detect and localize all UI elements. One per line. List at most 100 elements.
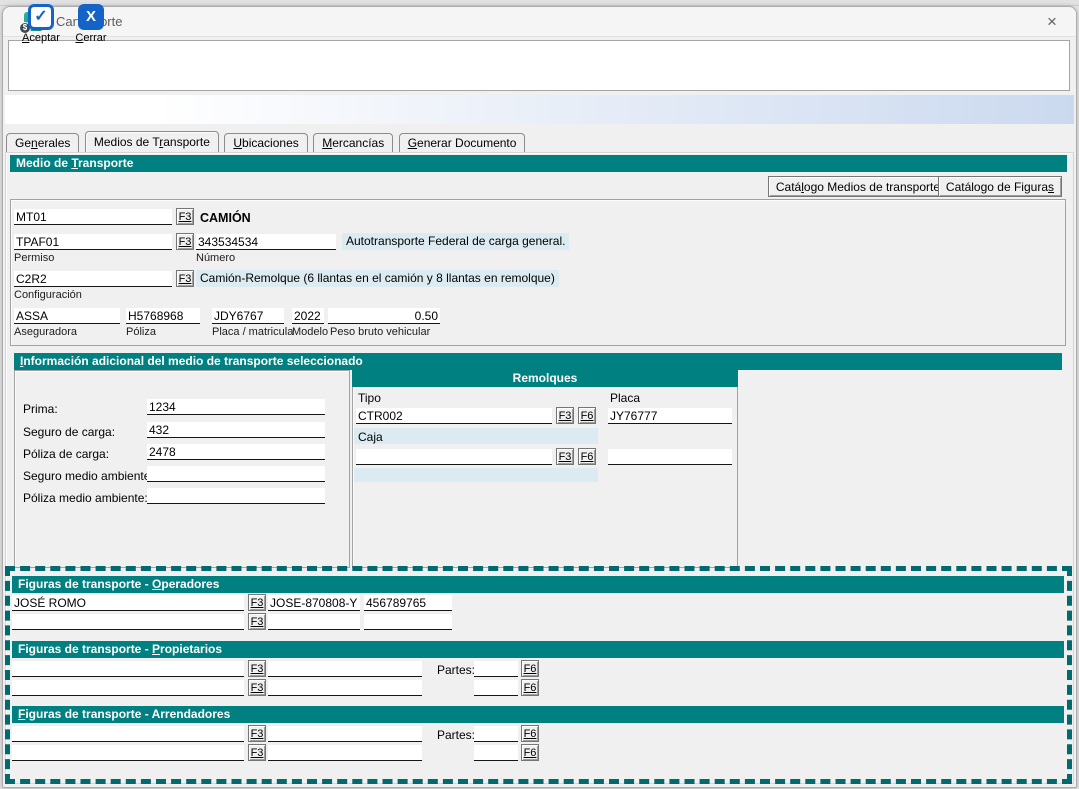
peso-bruto-input[interactable] [328,308,440,324]
operador-licencia-input[interactable] [364,595,452,611]
operador-rfc-input[interactable] [268,614,360,630]
caja-label: Caja [358,430,383,444]
window-close-icon[interactable]: × [1034,9,1070,35]
remolque-placa-input[interactable] [608,449,732,465]
f3-button[interactable]: F3 [248,594,266,611]
remolques-header: Remolques [352,370,738,387]
toolbar [8,40,1070,91]
partes-label: Partes: [437,728,475,742]
arrendador-partes-input[interactable] [474,726,518,742]
f6-button[interactable]: F6 [578,448,596,465]
f3-button[interactable]: F3 [556,407,574,424]
placa-matricula-label: Placa / matricula [212,326,293,338]
info-adicional-header: Información adicional del medio de trans… [14,353,1062,370]
permiso-descripcion: Autotransporte Federal de carga general. [342,233,569,250]
aceptar-button[interactable]: ✓ Aceptar [14,4,68,44]
propietario-rfc-input[interactable] [268,680,422,696]
numero-label: Número [196,252,235,264]
propietario-partes-input[interactable] [474,661,518,677]
modelo-label: Modelo [292,326,328,338]
poliza-input[interactable] [126,308,200,324]
check-icon: ✓ [28,4,54,30]
prima-label: Prima: [23,402,58,416]
f3-button[interactable]: F3 [248,679,266,696]
placa-remolque-label: Placa [610,391,640,405]
f6-button[interactable]: F6 [578,407,596,424]
aceptar-label: Aceptar [14,32,68,44]
catalogo-figuras-button[interactable]: Catálogo de Figuras [938,176,1062,197]
operador-nombre-input[interactable] [12,614,244,630]
catalogo-medios-button[interactable]: Catálogo Medios de transporte [768,176,948,197]
arrendador-partes-input[interactable] [474,745,518,761]
placa-matricula-input[interactable] [212,308,284,324]
f6-button[interactable]: F6 [521,744,539,761]
partes-label: Partes: [437,663,475,677]
cerrar-label: Cerrar [64,32,118,44]
propietario-partes-input[interactable] [474,680,518,696]
seguro-ambiente-label: Seguro medio ambiente: [23,469,154,483]
operador-rfc-input[interactable] [268,595,360,611]
arrendadores-header: Figuras de transporte - Arrendadores [12,706,1064,723]
clave-transporte-input[interactable] [14,209,172,225]
x-icon: X [78,4,104,30]
f3-button[interactable]: F3 [248,613,266,630]
operador-nombre-input[interactable] [12,595,244,611]
permiso-label: Permiso [14,252,54,264]
tab-medios-de-transporte[interactable]: Medios de Transporte [85,131,219,152]
tipo-label: Tipo [358,391,381,405]
gradient-strip [5,95,1074,124]
arrendador-rfc-input[interactable] [268,726,422,742]
propietario-nombre-input[interactable] [12,680,244,696]
f3-button[interactable]: F3 [176,270,194,287]
f3-button[interactable]: F3 [248,744,266,761]
cerrar-button[interactable]: X Cerrar [64,4,118,44]
f6-button[interactable]: F6 [521,660,539,677]
operadores-header: Figuras de transporte - Operadores [12,576,1064,593]
tab-generar-documento[interactable]: Generar Documento [399,133,526,152]
f3-button[interactable]: F3 [176,208,194,225]
f6-button[interactable]: F6 [521,679,539,696]
configuracion-input[interactable] [14,271,172,287]
aseguradora-label: Aseguradora [14,326,77,338]
tab-ubicaciones[interactable]: Ubicaciones [224,133,307,152]
tab-generales[interactable]: Generales [6,133,79,152]
modelo-input[interactable] [292,308,324,324]
remolque-tipo-input[interactable] [356,408,552,424]
f6-button[interactable]: F6 [521,725,539,742]
peso-bruto-label: Peso bruto vehicular [330,326,430,338]
propietarios-header: Figuras de transporte - Propietarios [12,641,1064,658]
operador-licencia-input[interactable] [364,614,452,630]
propietario-rfc-input[interactable] [268,661,422,677]
arrendador-nombre-input[interactable] [12,726,244,742]
f3-button[interactable]: F3 [556,448,574,465]
poliza-label: Póliza [126,326,156,338]
tab-strip: Generales Medios de Transporte Ubicacion… [6,131,526,152]
f3-button[interactable]: F3 [176,233,194,250]
clave-descripcion: CAMIÓN [200,211,251,225]
remolque-tipo-input[interactable] [356,449,552,465]
permiso-input[interactable] [14,234,172,250]
caja-strip [354,428,598,444]
f3-button[interactable]: F3 [248,725,266,742]
arrendador-nombre-input[interactable] [12,745,244,761]
remolque-placa-input[interactable] [608,408,732,424]
numero-permiso-input[interactable] [196,234,336,250]
f3-button[interactable]: F3 [248,660,266,677]
configuracion-label: Configuración [14,289,82,301]
titlebar [3,7,1076,37]
seguro-carga-label: Seguro de carga: [23,425,115,439]
aseguradora-input[interactable] [14,308,120,324]
arrendador-rfc-input[interactable] [268,745,422,761]
configuracion-descripcion: Camión-Remolque (6 llantas en el camión … [196,270,559,287]
caja-strip [354,468,598,482]
propietario-nombre-input[interactable] [12,661,244,677]
poliza-ambiente-label: Póliza medio ambiente: [23,491,148,505]
seguro-carga-input[interactable] [147,422,325,438]
tab-mercancias[interactable]: Mercancías [313,133,393,152]
poliza-carga-label: Póliza de carga: [23,447,109,461]
poliza-carga-input[interactable] [147,444,325,460]
seguro-ambiente-input[interactable] [147,466,325,482]
poliza-ambiente-input[interactable] [147,488,325,504]
prima-input[interactable] [147,399,325,415]
medio-de-transporte-header: Medio de Transporte [10,155,1067,172]
